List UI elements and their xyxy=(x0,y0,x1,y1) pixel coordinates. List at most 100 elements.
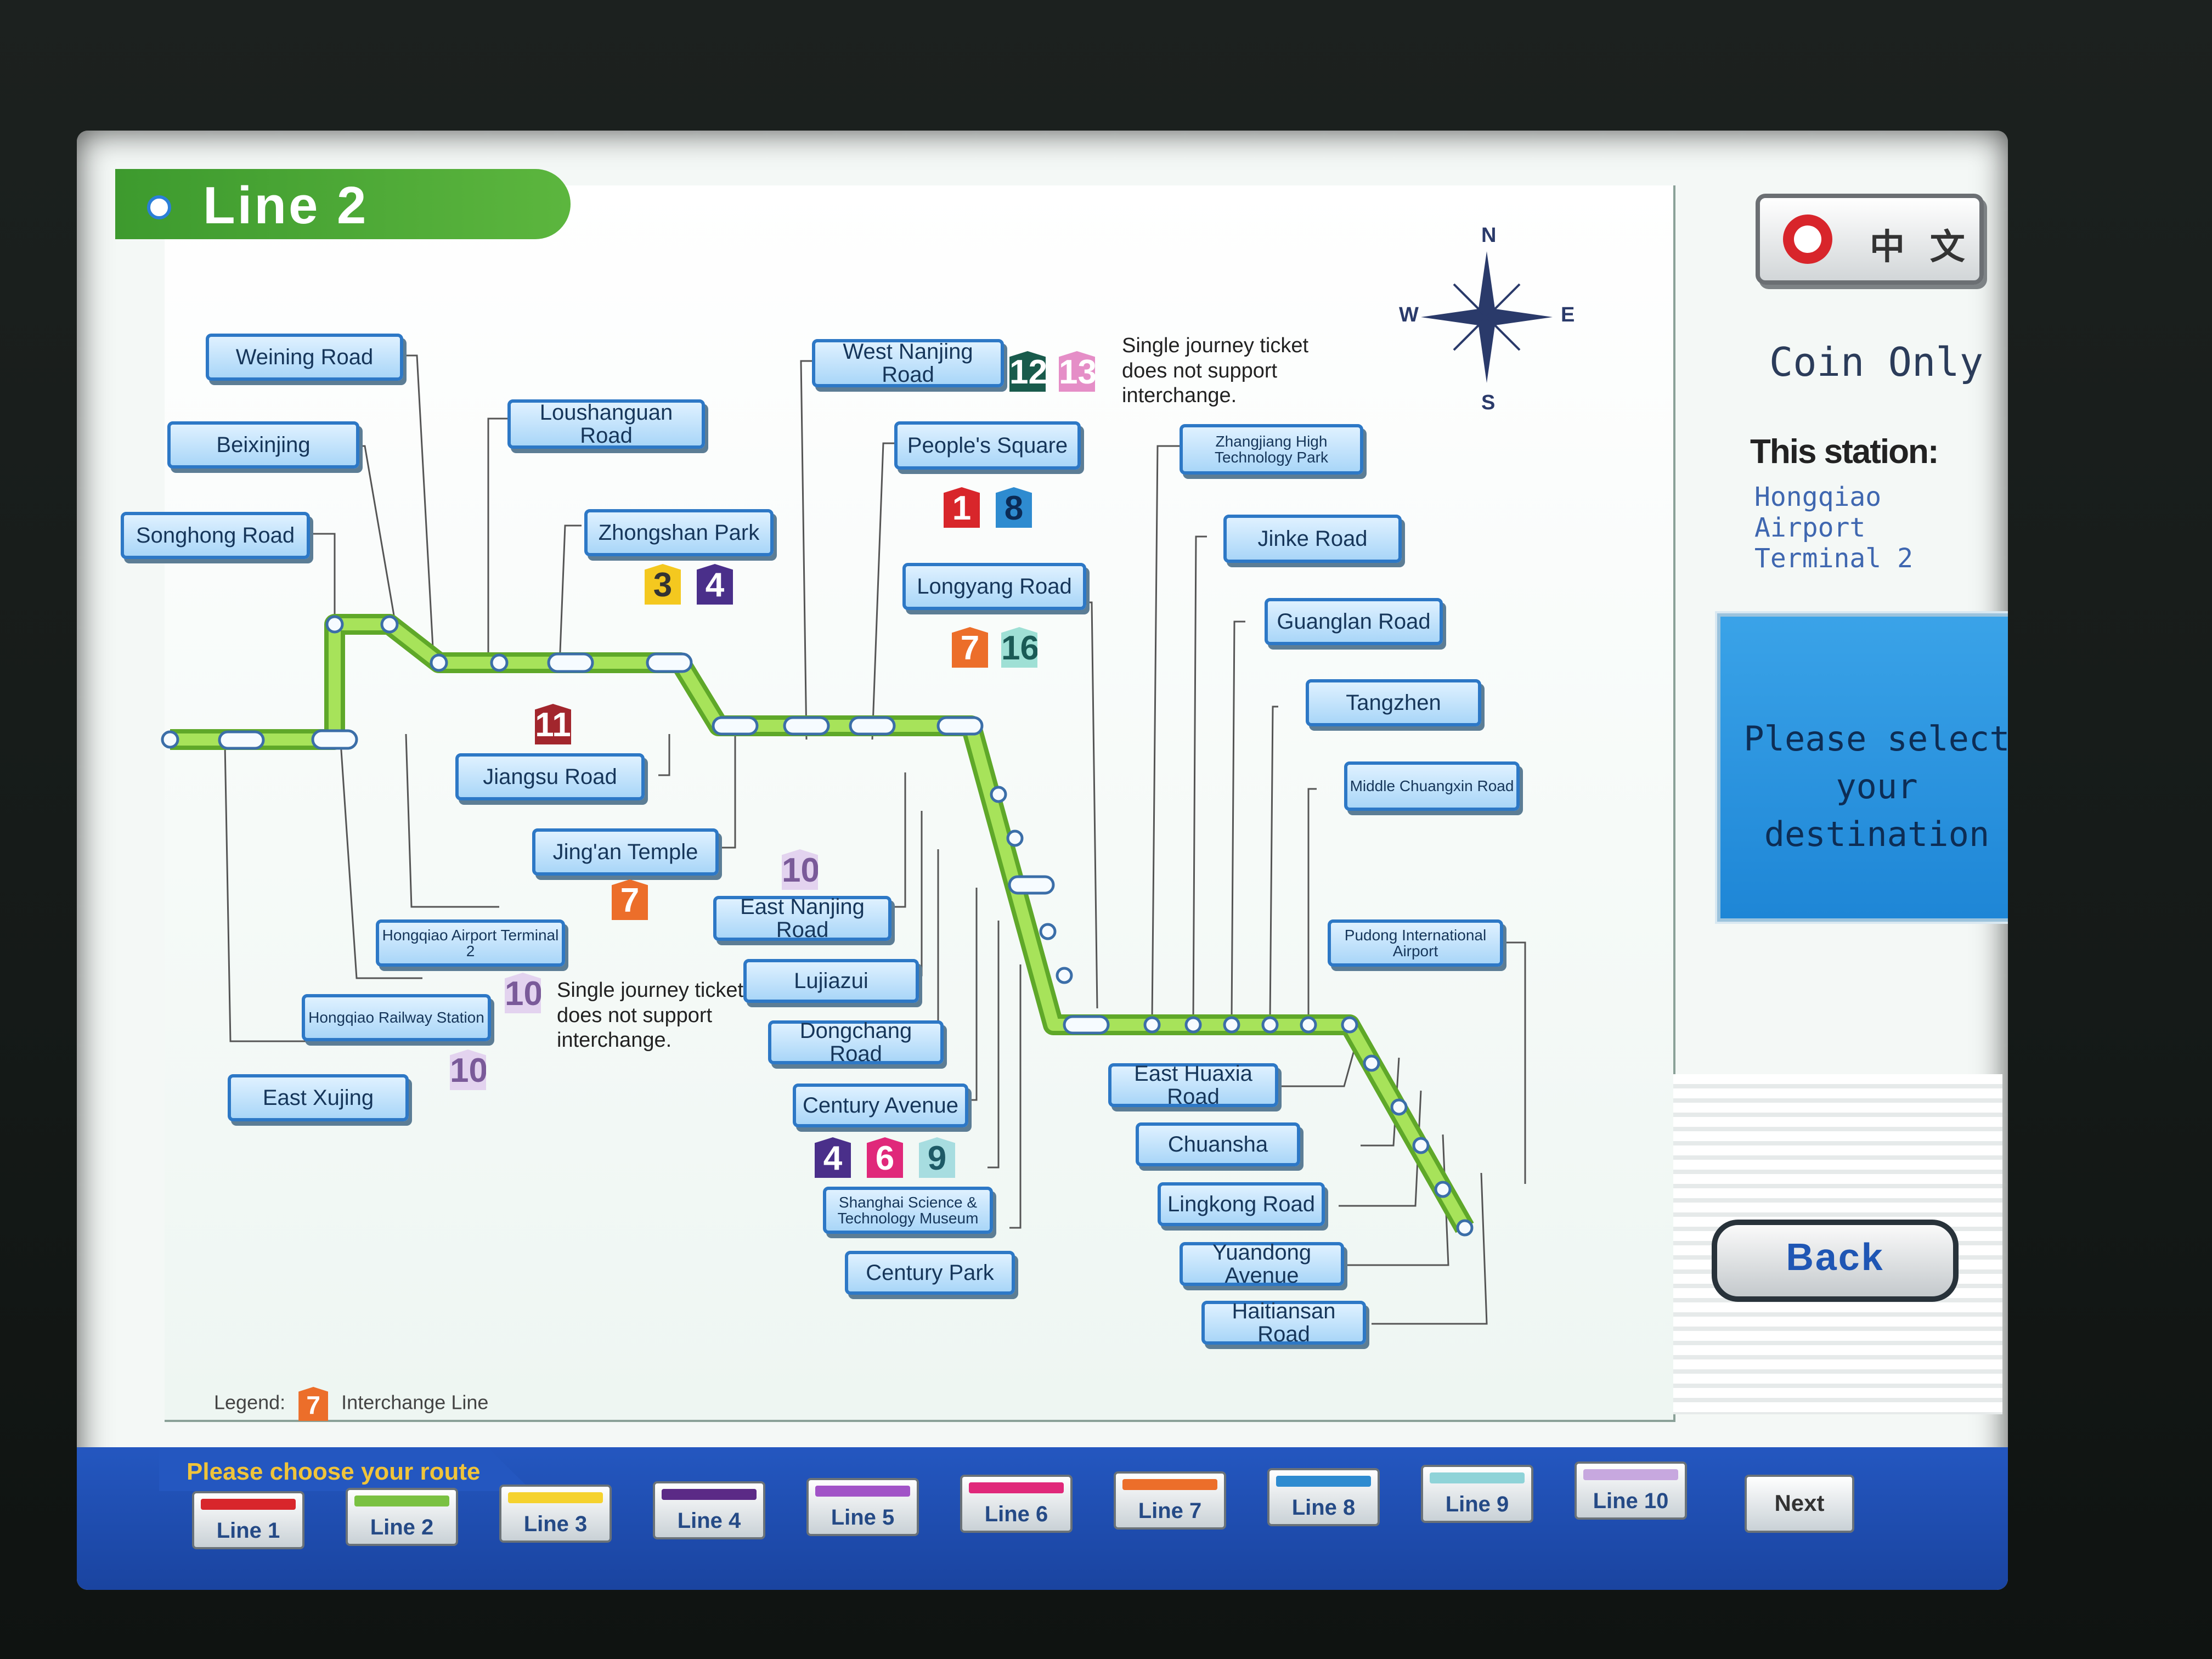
interchange-badge-line-10-east-nanjing: 10 xyxy=(782,849,818,890)
station-century-park[interactable]: Century Park xyxy=(845,1251,1015,1295)
line-button-label: Line 6 xyxy=(984,1502,1048,1526)
line-4-button[interactable]: Line 4 xyxy=(653,1481,765,1539)
station-lingkong-road[interactable]: Lingkong Road xyxy=(1158,1182,1325,1226)
interchange-badge-line-6: 6 xyxy=(867,1137,903,1178)
legend-text: Interchange Line xyxy=(341,1391,489,1414)
line-button-label: Line 7 xyxy=(1138,1499,1202,1523)
compass-s: S xyxy=(1481,391,1496,414)
back-button[interactable]: Back xyxy=(1712,1220,1959,1302)
line-color-stripe xyxy=(354,1496,449,1506)
station-pudong-international-airport[interactable]: Pudong International Airport xyxy=(1328,919,1503,967)
back-label: Back xyxy=(1786,1235,1884,1278)
line-color-stripe xyxy=(662,1489,757,1500)
interchange-badge-line-13: 13 xyxy=(1059,351,1095,392)
line-button-label: Line 4 xyxy=(677,1509,741,1533)
line-5-button[interactable]: Line 5 xyxy=(806,1478,919,1536)
legend-badge: 7 xyxy=(298,1387,329,1421)
station-guanglan-road[interactable]: Guanglan Road xyxy=(1265,598,1443,645)
station-hongqiao-railway-station[interactable]: Hongqiao Railway Station xyxy=(302,994,491,1041)
station-chuansha[interactable]: Chuansha xyxy=(1136,1122,1300,1166)
line-button-label: Line 1 xyxy=(216,1519,280,1543)
interchange-badge-line-3: 3 xyxy=(645,564,681,605)
interchange-badge-line-8: 8 xyxy=(996,487,1032,528)
station-peoples-square[interactable]: People's Square xyxy=(894,421,1081,470)
station-east-huaxia-road[interactable]: East Huaxia Road xyxy=(1108,1062,1278,1108)
station-songhong-road[interactable]: Songhong Road xyxy=(121,512,310,559)
next-button[interactable]: Next xyxy=(1745,1475,1854,1533)
kiosk-screen: Line 2 N S W E Weining Road Beixinjing S… xyxy=(77,131,2008,1590)
line-color-stripe xyxy=(201,1499,296,1510)
interchange-badge-line-16: 16 xyxy=(1001,627,1037,668)
compass-rose: N S W E xyxy=(1399,224,1575,414)
next-label: Next xyxy=(1774,1490,1825,1516)
station-lujiazui[interactable]: Lujiazui xyxy=(743,959,919,1003)
interchange-badge-line-4: 4 xyxy=(697,564,733,605)
station-leader-lines xyxy=(224,354,1526,1325)
this-station-label: This station: xyxy=(1750,433,1939,471)
station-jingan-temple[interactable]: Jing'an Temple xyxy=(532,828,719,876)
line-color-stripe xyxy=(1430,1472,1525,1483)
line-color-stripe xyxy=(969,1482,1064,1493)
station-yuandong-avenue[interactable]: Yuandong Avenue xyxy=(1180,1241,1344,1287)
line-color-stripe xyxy=(1122,1479,1217,1490)
interchange-note-west-nanjing: Single journey ticket does not support i… xyxy=(1122,334,1309,408)
station-east-xujing[interactable]: East Xujing xyxy=(228,1074,409,1121)
station-weining-road[interactable]: Weining Road xyxy=(206,334,403,381)
station-loushanguan-road[interactable]: Loushanguan Road xyxy=(507,399,705,449)
line-button-label: Line 10 xyxy=(1593,1489,1669,1513)
line-button-label: Line 8 xyxy=(1291,1496,1356,1520)
station-east-nanjing-road[interactable]: East Nanjing Road xyxy=(713,895,891,941)
line-3-button[interactable]: Line 3 xyxy=(499,1485,612,1543)
payment-notice: Coin Only xyxy=(1769,339,1984,385)
interchange-badge-line-10-hongqiao-rail: 10 xyxy=(450,1049,486,1090)
station-west-nanjing-road[interactable]: West Nanjing Road xyxy=(812,339,1004,387)
kiosk-bezel: Line 2 N S W E Weining Road Beixinjing S… xyxy=(0,0,2212,1659)
interchange-badge-line-12: 12 xyxy=(1009,351,1046,392)
line-color-stripe xyxy=(1276,1476,1371,1487)
station-shanghai-science-technology-museum[interactable]: Shanghai Science & Technology Museum xyxy=(823,1187,993,1234)
interchange-badge-line-1: 1 xyxy=(944,487,980,528)
destination-prompt: Please select your destination xyxy=(1743,719,2008,854)
station-longyang-road[interactable]: Longyang Road xyxy=(902,563,1086,610)
station-tangzhen[interactable]: Tangzhen xyxy=(1306,679,1481,726)
interchange-badge-line-7-longyang: 7 xyxy=(952,627,988,668)
line-2-button[interactable]: Line 2 xyxy=(346,1488,458,1546)
station-century-avenue[interactable]: Century Avenue xyxy=(793,1084,968,1127)
route-prompt: Please choose your route xyxy=(187,1458,481,1485)
legend: Legend: 7 Interchange Line xyxy=(214,1387,488,1421)
station-hongqiao-airport-terminal-2[interactable]: Hongqiao Airport Terminal 2 xyxy=(376,919,565,967)
destination-prompt-panel: Please select your destination xyxy=(1717,613,2008,922)
station-middle-chuangxin-road[interactable]: Middle Chuangxin Road xyxy=(1344,761,1520,811)
line-button-label: Line 5 xyxy=(831,1505,895,1530)
line-7-button[interactable]: Line 7 xyxy=(1114,1471,1226,1530)
line-9-button[interactable]: Line 9 xyxy=(1421,1465,1533,1523)
interchange-badge-line-10-hongqiao-t2: 10 xyxy=(505,973,541,1013)
language-switch-button[interactable]: 中 文 xyxy=(1756,194,1984,285)
station-haitiansan-road[interactable]: Haitiansan Road xyxy=(1201,1300,1366,1346)
station-jiangsu-road[interactable]: Jiangsu Road xyxy=(455,753,645,800)
interchange-badge-line-7-jingan: 7 xyxy=(612,879,648,920)
interchange-badge-line-11: 11 xyxy=(535,704,571,744)
station-dongchang-road[interactable]: Dongchang Road xyxy=(768,1019,944,1065)
line-10-button[interactable]: Line 10 xyxy=(1575,1462,1687,1520)
station-jinke-road[interactable]: Jinke Road xyxy=(1223,515,1402,563)
station-beixinjing[interactable]: Beixinjing xyxy=(167,421,359,469)
station-zhangjiang[interactable]: Zhangjiang High Technology Park xyxy=(1180,424,1363,475)
interchange-badge-line-9: 9 xyxy=(919,1137,955,1178)
compass-n: N xyxy=(1481,224,1497,247)
line-color-stripe xyxy=(1583,1469,1678,1480)
compass-e: E xyxy=(1561,303,1575,326)
metro-logo-icon xyxy=(1783,215,1832,264)
compass-star-icon xyxy=(1421,251,1553,383)
line-button-label: Line 2 xyxy=(370,1515,434,1539)
line-8-button[interactable]: Line 8 xyxy=(1267,1468,1380,1526)
station-zhongshan-park[interactable]: Zhongshan Park xyxy=(584,509,774,556)
line-6-button[interactable]: Line 6 xyxy=(960,1475,1073,1533)
language-label: 中 文 xyxy=(1870,227,1973,267)
compass-w: W xyxy=(1399,303,1419,326)
line-button-label: Line 9 xyxy=(1445,1492,1509,1516)
line-color-stripe xyxy=(815,1486,910,1497)
legend-label: Legend: xyxy=(214,1391,286,1414)
line-1-button[interactable]: Line 1 xyxy=(192,1491,304,1549)
line-color-stripe xyxy=(508,1492,603,1503)
